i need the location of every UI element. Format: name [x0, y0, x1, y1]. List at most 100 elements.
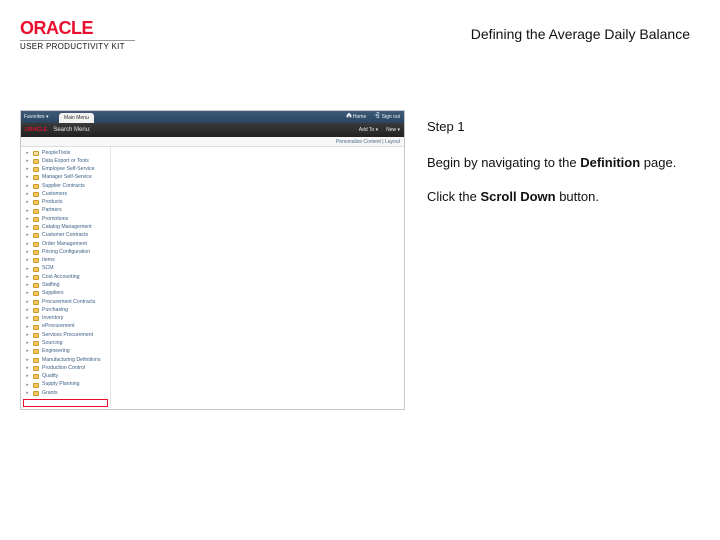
nav-item[interactable]: ▸Staffing — [21, 282, 110, 290]
nav-item-label: Catalog Management — [42, 224, 92, 231]
nav-item[interactable]: ▸Customers — [21, 190, 110, 198]
nav-item-label: Employee Self-Service — [42, 166, 94, 173]
brand-subtitle: USER PRODUCTIVITY KIT — [20, 40, 135, 51]
folder-icon — [33, 184, 39, 189]
folder-icon — [33, 391, 39, 396]
new-menu[interactable]: New ▾ — [386, 127, 400, 133]
chevron-right-icon: ▸ — [25, 150, 30, 157]
addto-menu[interactable]: Add To ▾ — [359, 127, 378, 133]
chevron-right-icon: ▸ — [25, 390, 30, 397]
nav-item-label: Data Export or Tools — [42, 158, 89, 165]
header: ORACLE USER PRODUCTIVITY KIT Defining th… — [0, 0, 720, 60]
nav-item[interactable]: ▸Promotions — [21, 215, 110, 223]
nav-list: ▸PeopleTools▸Data Export or Tools▸Employ… — [21, 147, 110, 399]
nav-item-label: Promotions — [42, 216, 68, 223]
nav-item[interactable]: ▸ Engineering — [21, 348, 110, 356]
content-row: Favorites ▾ Main Menu Home Sign out OR — [20, 110, 700, 520]
nav-item[interactable]: ▸Catalog Management — [21, 224, 110, 232]
nav-item[interactable]: ▸Supplier Contracts — [21, 182, 110, 190]
folder-icon — [33, 333, 39, 338]
nav-item[interactable]: ▸Items — [21, 257, 110, 265]
chevron-right-icon: ▸ — [25, 257, 30, 264]
nav-item[interactable]: ▸Quality — [21, 373, 110, 381]
nav-item-label: Sourcing — [42, 340, 62, 347]
app-brand: ORACLE — [25, 127, 47, 133]
scroll-down-highlight[interactable] — [23, 399, 108, 407]
folder-icon — [33, 275, 39, 280]
folder-icon — [33, 349, 39, 354]
chevron-right-icon: ▸ — [25, 166, 30, 173]
instr1-bold: Definition — [580, 155, 640, 170]
app-topbar: Favorites ▾ Main Menu Home Sign out — [21, 111, 404, 123]
nav-item[interactable]: ▸SCM — [21, 265, 110, 273]
nav-item[interactable]: ▸Manufacturing Definitions — [21, 356, 110, 364]
nav-item[interactable]: ▸Partners — [21, 207, 110, 215]
oracle-logo: ORACLE — [20, 18, 93, 39]
tab-main-menu[interactable]: Main Menu — [59, 113, 94, 123]
chevron-right-icon: ▸ — [25, 274, 30, 281]
folder-icon — [33, 225, 39, 230]
section-title: Search Menu: — [47, 127, 358, 133]
nav-item[interactable]: ▸ Production Control — [21, 364, 110, 372]
folder-icon — [33, 242, 39, 247]
instr1-a: Begin by navigating to the — [427, 155, 580, 170]
nav-item[interactable]: ▸Services Procurement — [21, 331, 110, 339]
chevron-right-icon: ▸ — [25, 332, 30, 339]
instruction-line-2: Click the Scroll Down button. — [427, 188, 700, 206]
nav-item[interactable]: ▸Supply Planning — [21, 381, 110, 389]
nav-item-label: Procurement Contracts — [42, 299, 95, 306]
nav-item[interactable]: ▸Manager Self-Service — [21, 174, 110, 182]
folder-icon — [33, 267, 39, 272]
nav-item[interactable]: ▸Sourcing — [21, 339, 110, 347]
instr2-b: button. — [556, 189, 599, 204]
nav-item[interactable]: ▸ Grants — [21, 389, 110, 397]
nav-item-label: Grants — [42, 390, 58, 397]
folder-icon — [33, 358, 39, 363]
home-icon — [346, 112, 352, 118]
chevron-right-icon: ▸ — [25, 158, 30, 165]
main-panel — [111, 147, 404, 409]
nav-item[interactable]: ▸ Pricing Configuration — [21, 248, 110, 256]
folder-icon — [33, 308, 39, 313]
nav-item[interactable]: ▸Suppliers — [21, 290, 110, 298]
nav-item[interactable]: ▸ Employee Self-Service — [21, 166, 110, 174]
nav-item-label: Production Control — [42, 365, 85, 372]
nav-item[interactable]: ▸Procurement Contracts — [21, 298, 110, 306]
nav-item[interactable]: ▸Order Management — [21, 240, 110, 248]
instructions-panel: Step 1 Begin by navigating to the Defini… — [427, 110, 700, 520]
nav-item-label: Pricing Configuration — [42, 249, 90, 256]
nav-item-label: Quality — [42, 373, 58, 380]
home-link[interactable]: Home — [346, 112, 367, 120]
nav-item[interactable]: ▸eProcurement — [21, 323, 110, 331]
nav-item-label: Engineering — [42, 348, 70, 355]
folder-icon — [33, 291, 39, 296]
folder-icon — [33, 325, 39, 330]
signout-link[interactable]: Sign out — [374, 112, 400, 120]
favorites-menu[interactable]: Favorites ▾ — [21, 111, 59, 123]
nav-item[interactable]: ▸PeopleTools — [21, 149, 110, 157]
chevron-right-icon: ▸ — [25, 191, 30, 198]
folder-icon — [33, 175, 39, 180]
chevron-right-icon: ▸ — [25, 348, 30, 355]
nav-item[interactable]: ▸Customer Contracts — [21, 232, 110, 240]
nav-item[interactable]: ▸Products — [21, 199, 110, 207]
nav-item-label: Order Management — [42, 241, 87, 248]
chevron-right-icon: ▸ — [25, 365, 30, 372]
folder-icon — [33, 316, 39, 321]
breadcrumb[interactable]: Personalize Content | Layout — [21, 137, 404, 147]
folder-icon — [33, 217, 39, 222]
chevron-right-icon: ▸ — [25, 357, 30, 364]
nav-item-label: Suppliers — [42, 290, 64, 297]
nav-item[interactable]: ▸Cost Accounting — [21, 273, 110, 281]
breadcrumb-text: Personalize Content | Layout — [336, 139, 400, 145]
chevron-right-icon: ▸ — [25, 183, 30, 190]
nav-item[interactable]: ▸ Data Export or Tools — [21, 157, 110, 165]
nav-item[interactable]: ▸Inventory — [21, 315, 110, 323]
folder-icon — [33, 167, 39, 172]
folder-icon — [33, 250, 39, 255]
nav-item[interactable]: ▸Purchasing — [21, 306, 110, 314]
nav-item-label: Partners — [42, 207, 62, 214]
folder-icon — [33, 151, 39, 156]
instr2-a: Click the — [427, 189, 480, 204]
chevron-right-icon: ▸ — [25, 249, 30, 256]
